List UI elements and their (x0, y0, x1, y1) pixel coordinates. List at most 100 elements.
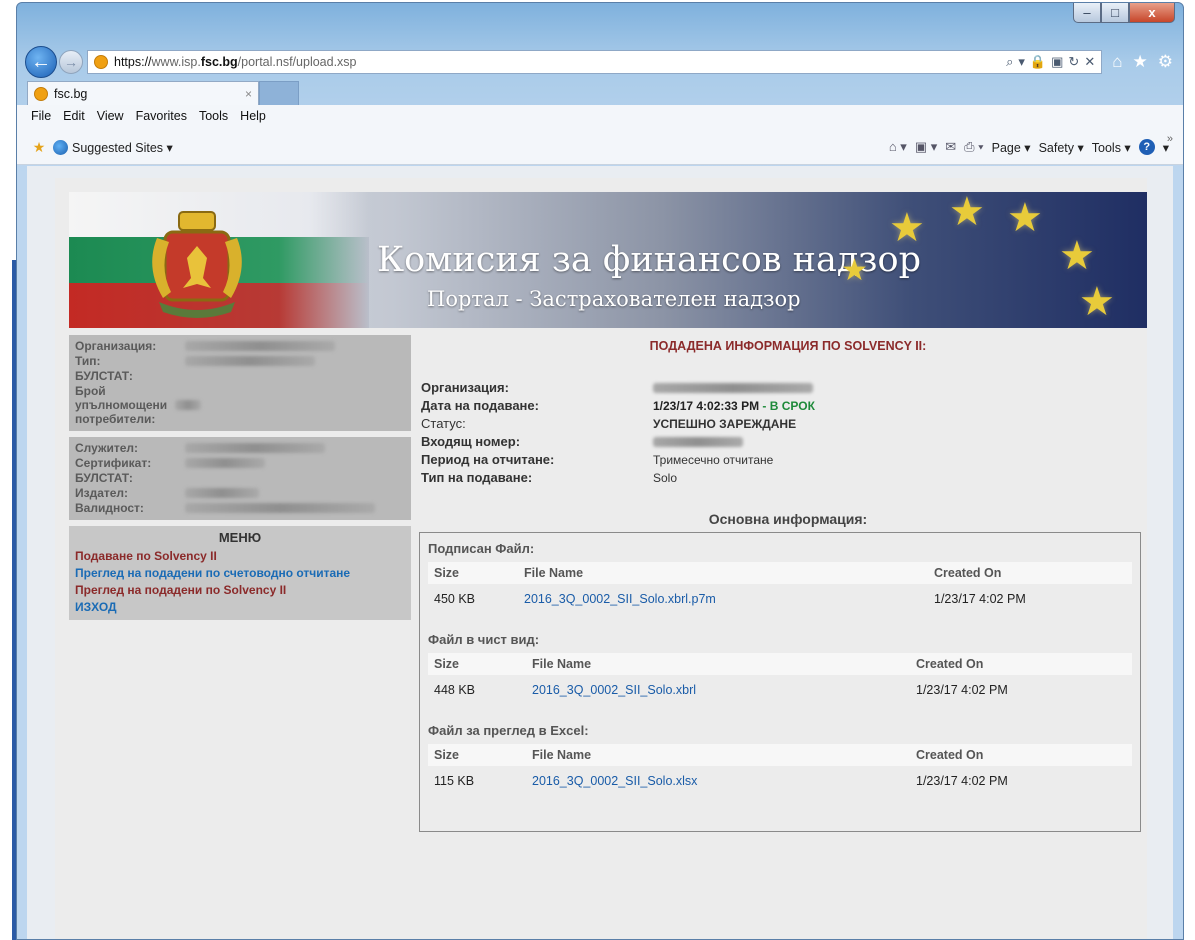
feeds-icon[interactable]: ▣ ▾ (915, 139, 937, 155)
eu-star-icon: ★ (1059, 234, 1095, 278)
menu-bar: File Edit View Favorites Tools Help (31, 109, 266, 123)
forward-arrow-icon: → (64, 54, 78, 70)
address-bar[interactable]: https://www.isp. fsc.bg/portal.nsf/upload… (87, 50, 1103, 74)
forward-button[interactable]: → (59, 50, 83, 74)
employee-label: Служител: (75, 441, 139, 455)
menu-view[interactable]: View (97, 109, 124, 123)
tab-title: fsc.bg (54, 86, 88, 101)
tools-menu[interactable]: Tools ▾ (1092, 140, 1131, 155)
sidebar-item-view-solvency[interactable]: Преглед на подадени по Solvency II (75, 582, 405, 599)
plain-file-title: Файл в чист вид: (428, 632, 540, 647)
col-file-name: File Name (526, 744, 910, 766)
org-label: Организация: (75, 339, 157, 353)
sidebar-item-logout[interactable]: ИЗХОД (75, 599, 405, 616)
redacted-value (653, 437, 743, 447)
sidebar-item-view-accounting[interactable]: Преглед на подадени по счетоводно отчита… (75, 565, 405, 582)
file-created: 1/23/17 4:02 PM (916, 683, 1008, 697)
period-label: Период на отчитане: (421, 452, 555, 467)
safety-menu[interactable]: Safety ▾ (1039, 140, 1084, 155)
banner-subtitle: Портал - Застрахователен надзор (427, 287, 801, 311)
date-detail-label: Дата на подаване: (421, 398, 539, 413)
redacted-value (185, 443, 325, 453)
file-created: 1/23/17 4:02 PM (934, 592, 1026, 606)
file-size: 115 KB (434, 774, 475, 788)
tab-close-icon[interactable]: × (245, 87, 252, 101)
window-controls: – □ x (1073, 3, 1175, 23)
print-icon[interactable]: ⎙ ▾ (964, 139, 983, 155)
browser-window: – □ x ← → https://www.isp. fsc.bg/portal.… (16, 2, 1184, 940)
close-button[interactable]: x (1129, 3, 1175, 23)
favorites-star-icon[interactable]: ★ (1133, 52, 1148, 72)
type-label: Тип: (75, 354, 101, 368)
url-prefix: www.isp. (151, 55, 201, 69)
maximize-button[interactable]: □ (1101, 3, 1129, 23)
mail-icon[interactable]: ✉ (945, 139, 956, 155)
menu-edit[interactable]: Edit (63, 109, 85, 123)
eu-star-icon: ★ (841, 254, 868, 287)
site-banner: Комисия за финансов надзор Портал - Заст… (69, 192, 1147, 328)
page-title: ПОДАДЕНА ИНФОРМАЦИЯ ПО SOLVENCY II: (649, 339, 927, 353)
sidebar-item-submit-solvency[interactable]: Подаване по Solvency II (75, 548, 405, 565)
refresh-icon[interactable]: ↻ (1068, 54, 1079, 70)
file-link[interactable]: 2016_3Q_0002_SII_Solo.xbrl.p7m (524, 592, 716, 606)
settings-gear-icon[interactable]: ⚙ (1158, 52, 1173, 72)
file-link[interactable]: 2016_3Q_0002_SII_Solo.xbrl (532, 683, 696, 697)
col-size: Size (428, 562, 518, 584)
redacted-value (185, 458, 265, 468)
menu-file[interactable]: File (31, 109, 51, 123)
org-detail-label: Организация: (421, 380, 509, 395)
search-dropdown-icon[interactable]: ▾ (1018, 54, 1025, 70)
redacted-value (185, 503, 375, 513)
suggested-sites-link[interactable]: Suggested Sites ▾ (72, 140, 173, 155)
tab-fsc[interactable]: fsc.bg × (27, 81, 259, 105)
ie-logo-icon (53, 139, 68, 155)
page-menu[interactable]: Page ▾ (992, 140, 1031, 155)
minimize-button[interactable]: – (1073, 3, 1101, 23)
tab-strip: fsc.bg × (27, 81, 299, 105)
eu-star-icon: ★ (1079, 280, 1115, 324)
menu-title: МЕНЮ (218, 530, 262, 545)
redacted-value (175, 400, 201, 410)
signed-file-table: Size File Name Created On 450 KB 2016_3Q… (428, 562, 1132, 614)
tab-favicon-icon (34, 86, 48, 101)
certificate-label: Сертификат: (75, 456, 152, 470)
web-viewport: Комисия за финансов надзор Портал - Заст… (27, 166, 1173, 939)
url-path: /portal.nsf/upload.xsp (237, 55, 357, 69)
url-host: fsc.bg (200, 55, 238, 69)
file-link[interactable]: 2016_3Q_0002_SII_Solo.xlsx (532, 774, 697, 788)
table-header: Size File Name Created On (428, 562, 1132, 584)
menu-favorites[interactable]: Favorites (136, 109, 187, 123)
sidebar: Организация: Тип: БУЛСТАТ: Брой упълномо… (69, 335, 411, 620)
table-header: Size File Name Created On (428, 744, 1132, 766)
menu-tools[interactable]: Tools (199, 109, 228, 123)
search-icon[interactable]: ⌕ (1006, 54, 1013, 70)
browser-toolbar-icons: ⌂ ★ ⚙ (1112, 52, 1173, 72)
table-row: 115 KB 2016_3Q_0002_SII_Solo.xlsx 1/23/1… (428, 766, 1132, 796)
browser-toolbars: File Edit View Favorites Tools Help ★ Su… (17, 105, 1183, 165)
redacted-value (185, 488, 259, 498)
sidebar-menu: МЕНЮ Подаване по Solvency II Преглед на … (69, 526, 411, 620)
submission-date: 1/23/17 4:02:33 PM (653, 399, 760, 413)
help-icon[interactable]: ? (1138, 139, 1155, 155)
file-size: 450 KB (434, 592, 476, 606)
home-icon[interactable]: ⌂ (1112, 52, 1122, 72)
lock-icon[interactable]: 🔒 (1030, 54, 1046, 70)
certificate-info: Служител: Сертификат: БУЛСТАТ: Издател: … (69, 437, 411, 520)
address-row: ← → https://www.isp. fsc.bg/portal.nsf/up… (25, 45, 1173, 79)
ontime-status: - В СРОК (762, 399, 815, 413)
status-detail-label: Статус: (421, 416, 466, 431)
stop-icon[interactable]: ✕ (1084, 54, 1095, 70)
back-button[interactable]: ← (25, 46, 57, 78)
menu-help[interactable]: Help (240, 109, 266, 123)
toolbar-overflow-icon[interactable]: » (1167, 133, 1173, 145)
redacted-value (185, 341, 335, 351)
favorites-center-icon[interactable]: ★ (31, 139, 47, 155)
home-dropdown-icon[interactable]: ⌂ ▾ (889, 139, 907, 155)
new-tab-button[interactable] (259, 81, 299, 105)
compat-view-icon[interactable]: ▣ (1051, 54, 1063, 70)
table-row: 450 KB 2016_3Q_0002_SII_Solo.xbrl.p7m 1/… (428, 584, 1132, 614)
bulstat-label: БУЛСТАТ: (75, 369, 133, 383)
file-created: 1/23/17 4:02 PM (916, 774, 1008, 788)
col-file-name: File Name (518, 562, 928, 584)
eu-star-icon: ★ (949, 192, 985, 234)
